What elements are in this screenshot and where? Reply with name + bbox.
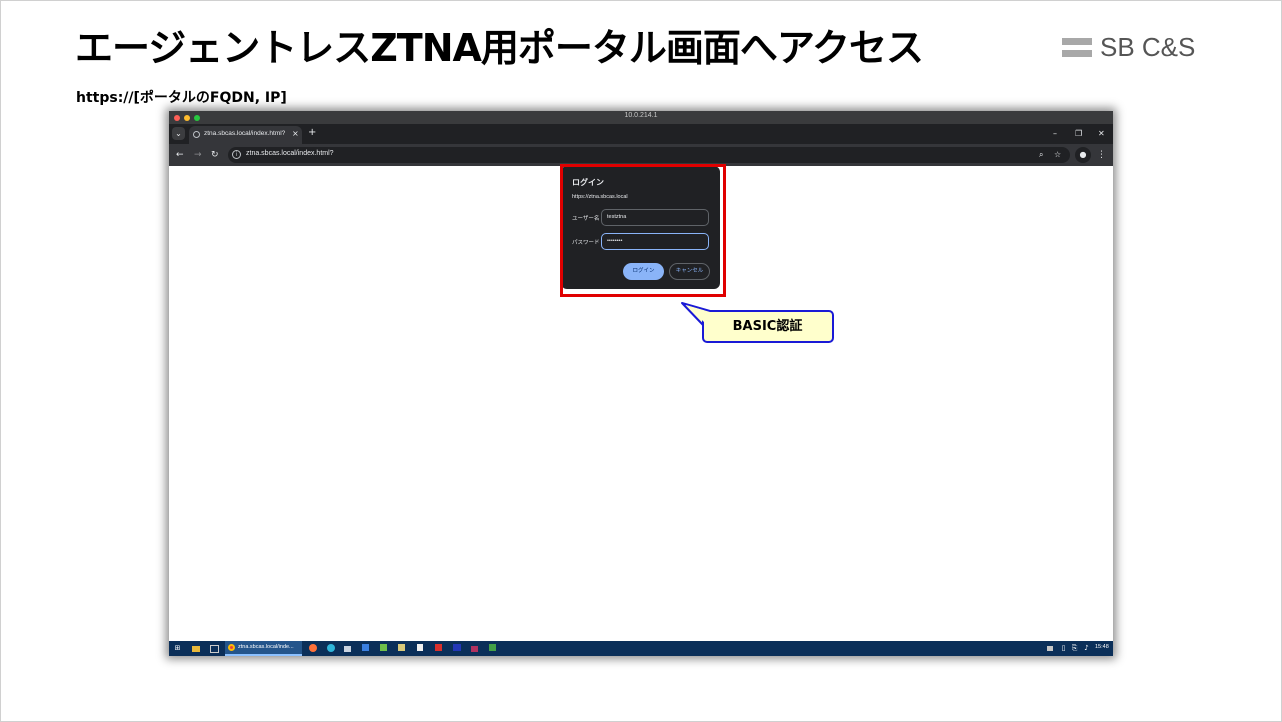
callout-label: BASIC認証 [732, 319, 803, 334]
app-icon-5[interactable] [417, 644, 423, 651]
site-info-icon[interactable]: i [232, 150, 241, 159]
tab-title: ztna.sbcas.local/index.html? [204, 130, 286, 137]
login-dialog-highlight [560, 164, 726, 297]
chrome-icon [228, 644, 235, 651]
mac-window-title: 10.0.214.1 [624, 112, 658, 119]
windows-taskbar: ⊞ ztna.sbcas.local/inde... ▯ ⎘ ♪ 15:48 [169, 641, 1113, 656]
slide-title: エージェントレスZTNA用ポータル画面へアクセス [75, 26, 924, 70]
zoom-icon[interactable]: ⌕ [1039, 149, 1043, 161]
address-url[interactable]: ztna.sbcas.local/index.html? [246, 150, 334, 157]
forward-icon[interactable]: → [194, 149, 202, 161]
url-caption: https://[ポータルのFQDN, IP] [76, 90, 287, 106]
taskbar-chrome-app[interactable]: ztna.sbcas.local/inde... [225, 641, 302, 656]
company-logo: SB C&S [1062, 31, 1196, 62]
new-tab-icon[interactable]: + [308, 127, 316, 139]
mac-title-bar: 10.0.214.1 [169, 111, 1113, 124]
file-explorer-icon[interactable] [192, 646, 200, 652]
app-icon-7[interactable] [453, 644, 461, 651]
tray-network-icon[interactable]: ⎘ [1070, 644, 1079, 653]
edge-icon[interactable] [327, 644, 335, 652]
bookmark-star-icon[interactable]: ☆ [1054, 149, 1061, 161]
app-icon-3[interactable] [380, 644, 387, 651]
profile-icon[interactable]: ● [1075, 147, 1091, 163]
tray-usb-icon[interactable]: ▯ [1059, 644, 1068, 653]
minimize-icon[interactable]: – [1053, 129, 1057, 139]
app-icon-4[interactable] [398, 644, 405, 651]
app-icon-1[interactable] [344, 646, 351, 652]
browser-toolbar: ← → ↻ i ztna.sbcas.local/index.html? ⌕ ☆… [169, 144, 1113, 166]
tray-volume-icon[interactable]: ♪ [1082, 644, 1091, 653]
tray-notification-icon[interactable] [1047, 646, 1053, 651]
menu-dots-icon[interactable]: ⋮ [1097, 147, 1106, 163]
tab-close-icon[interactable]: × [292, 129, 299, 138]
taskbar-app-label: ztna.sbcas.local/inde... [238, 644, 294, 650]
terminal-icon[interactable] [210, 645, 219, 653]
logo-text: SB C&S [1100, 31, 1196, 62]
browser-tab[interactable]: ztna.sbcas.local/index.html? × [189, 126, 302, 144]
address-bar[interactable]: i ztna.sbcas.local/index.html? ⌕ ☆ [228, 147, 1070, 163]
app-icon-2[interactable] [362, 644, 369, 651]
tab-search-chevron-icon[interactable]: ⌄ [172, 127, 185, 140]
basic-auth-callout: BASIC認証 [680, 300, 840, 348]
tab-bar: ⌄ ztna.sbcas.local/index.html? × + – ❐ ✕ [169, 124, 1113, 144]
globe-icon [193, 131, 200, 138]
reload-icon[interactable]: ↻ [211, 149, 219, 161]
app-icon-9[interactable] [489, 644, 496, 651]
app-icon-6[interactable] [435, 644, 442, 651]
logo-bars-icon [1062, 37, 1092, 57]
app-icon-8[interactable] [471, 646, 478, 652]
windows-start-icon[interactable]: ⊞ [173, 644, 182, 653]
firefox-icon[interactable] [309, 644, 317, 652]
close-window-icon[interactable]: ✕ [1098, 129, 1105, 139]
taskbar-clock[interactable]: 15:48 [1095, 644, 1109, 650]
back-icon[interactable]: ← [176, 149, 184, 161]
restore-icon[interactable]: ❐ [1075, 129, 1082, 139]
